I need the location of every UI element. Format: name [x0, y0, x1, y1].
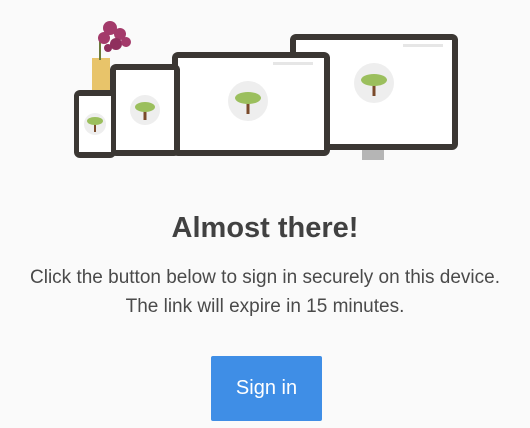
instructions-line-2: The link will expire in 15 minutes.	[125, 296, 405, 317]
instructions-text: Click the button below to sign in secure…	[0, 263, 530, 321]
phone-icon	[74, 90, 116, 158]
devices-illustration-icon	[74, 21, 458, 160]
sign-in-button[interactable]: Sign in	[211, 356, 322, 421]
instructions-line-1: Click the button below to sign in secure…	[30, 267, 500, 288]
page-title: Almost there!	[171, 212, 359, 244]
tablet-icon	[110, 64, 180, 156]
laptop-icon	[172, 52, 330, 156]
sign-in-confirmation-page: Almost there! Click the button below to …	[0, 0, 530, 428]
